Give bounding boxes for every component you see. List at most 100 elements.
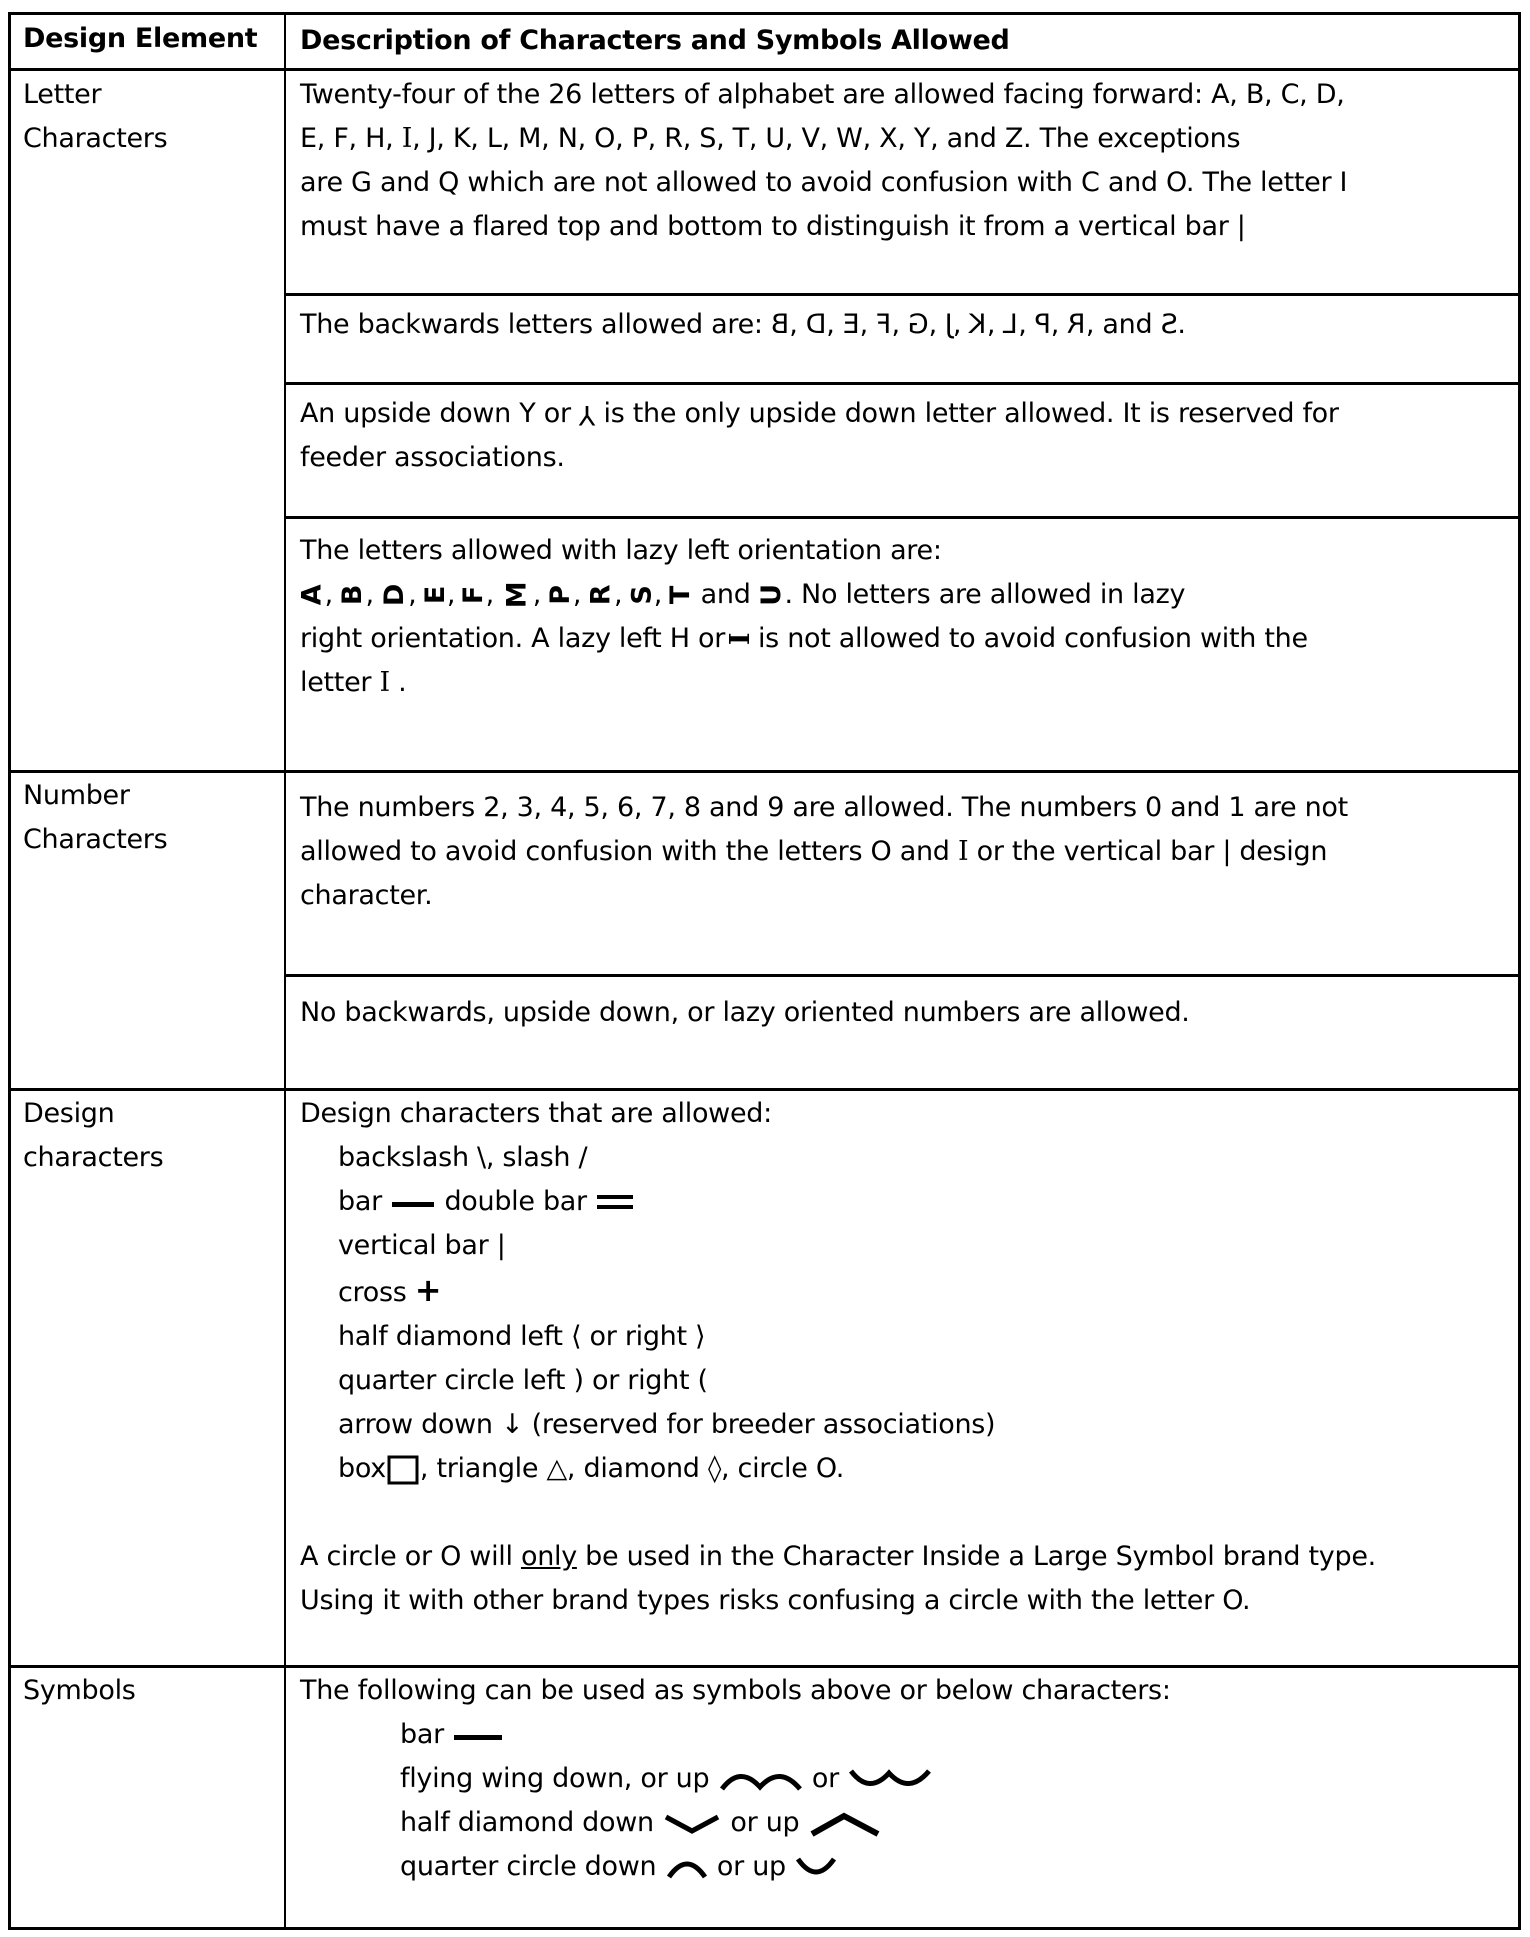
separator: ,	[859, 309, 877, 340]
design-item-vertical-bar: vertical bar |	[338, 1230, 506, 1261]
box-icon	[387, 1455, 419, 1484]
label-line: Number	[23, 780, 130, 811]
separator: ,	[1018, 309, 1035, 340]
row-divider	[11, 1088, 1518, 1091]
header-description: Description of Characters and Symbols Al…	[300, 25, 1010, 56]
header-divider	[11, 68, 1518, 71]
lazy-left-letters-text: The letters allowed with lazy left orien…	[296, 529, 1308, 705]
upside-down-y-glyph: Y	[579, 399, 596, 430]
separator: ,	[1050, 309, 1068, 340]
symbol-item-half-diamond: half diamond down or up	[300, 1801, 1171, 1845]
allowed-numbers-text: The numbers 2, 3, 4, 5, 6, 7, 8 and 9 ar…	[300, 786, 1348, 918]
lazy-letter: M	[501, 581, 533, 609]
diamond-icon: ◊	[707, 1453, 721, 1484]
letters-subrow-divider	[286, 516, 1518, 519]
separator: ,	[986, 309, 1004, 340]
separator: ,	[826, 309, 843, 340]
vertical-bar-glyph: |	[1236, 211, 1246, 242]
header-design-element: Design Element	[23, 23, 258, 54]
label-line: Characters	[23, 123, 168, 154]
text-line: allowed to avoid confusion with the lett…	[300, 836, 1328, 867]
flared-i-glyph: I	[379, 667, 390, 698]
circle-glyph: O	[440, 1541, 462, 1572]
backwards-letter-list: B, D, E, F, G, J, K, L, P, R	[771, 309, 1086, 340]
backwards-letter: E	[842, 309, 860, 340]
lazy-letter: P	[545, 585, 577, 605]
lazy-letter: B	[337, 584, 369, 606]
forward-letters-text: Twenty-four of the 26 letters of alphabe…	[300, 73, 1348, 249]
text-line: are G and Q which are not allowed to avo…	[300, 167, 1348, 198]
design-item-cross: cross +	[338, 1271, 442, 1309]
backwards-letters-text: The backwards letters allowed are: B, D,…	[300, 303, 1186, 347]
label-line: characters	[23, 1142, 164, 1173]
brand-design-table: Design Element Description of Characters…	[8, 12, 1521, 1930]
design-item-arrow-down: arrow down ↓ (reserved for breeder assoc…	[338, 1409, 996, 1440]
quarter-circle-right-icon: (	[697, 1365, 709, 1396]
text-line: feeder associations.	[300, 442, 565, 473]
lazy-letter: D	[379, 583, 411, 607]
row-label-number-characters: Number Characters	[23, 774, 168, 862]
bar-icon	[392, 1201, 435, 1207]
design-item-shapes: box, triangle △, diamond ◊, circle O.	[338, 1453, 844, 1484]
backwards-letter: F	[876, 309, 892, 340]
lazy-letter: U	[755, 584, 787, 606]
arrow-down-icon: ↓	[501, 1409, 524, 1440]
triangle-icon: △	[546, 1453, 567, 1484]
lazy-letter: F	[458, 585, 490, 605]
text-line: The following can be used as symbols abo…	[300, 1675, 1171, 1706]
separator: ,	[789, 309, 806, 340]
symbol-item-bar: bar	[300, 1713, 1171, 1757]
cross-icon: +	[414, 1271, 442, 1309]
quarter-circle-up-icon	[796, 1856, 837, 1874]
backwards-letter: L	[1003, 309, 1019, 340]
vertical-bar-icon: |	[496, 1230, 506, 1261]
separator: ,	[952, 309, 970, 340]
backwards-letter: D	[805, 309, 827, 340]
half-diamond-right-icon: ⟩	[695, 1321, 706, 1352]
symbol-item-quarter-circle: quarter circle down or up	[300, 1845, 1171, 1889]
lazy-i-glyph: I	[725, 632, 757, 646]
backwards-letter: S	[1160, 309, 1178, 340]
text-line: letter I .	[300, 667, 407, 698]
vertical-bar-glyph: |	[1222, 836, 1232, 867]
half-diamond-left-icon: ⟨	[571, 1321, 582, 1352]
design-characters-text: Design characters that are allowed: back…	[300, 1092, 1376, 1623]
row-label-design-characters: Design characters	[23, 1092, 164, 1180]
column-divider	[284, 15, 286, 1927]
design-item-half-diamond: half diamond left ⟨ or right ⟩	[338, 1321, 706, 1352]
lazy-letter: S	[626, 585, 658, 605]
flared-i-glyph: I	[401, 123, 413, 154]
lazy-letter: T	[665, 585, 697, 605]
row-label-letter-characters: Letter Characters	[23, 73, 168, 161]
backwards-letter: R	[1067, 309, 1086, 340]
emphasis-only: only	[520, 1541, 577, 1572]
number-orientation-text: No backwards, upside down, or lazy orien…	[300, 997, 1190, 1028]
upside-down-letter-text: An upside down Y or Y is the only upside…	[300, 392, 1339, 480]
circle-note-line: A circle or O will only be used in the C…	[300, 1541, 1376, 1572]
flying-wing-up-icon	[849, 1768, 932, 1786]
text-line: right orientation. A lazy left H or I is…	[300, 623, 1308, 654]
design-item-slashes: backslash \, slash /	[338, 1142, 588, 1173]
circle-note-line: Using it with other brand types risks co…	[300, 1585, 1251, 1616]
symbols-text: The following can be used as symbols abo…	[300, 1669, 1171, 1889]
backwards-letter: G	[908, 309, 929, 340]
numbers-subrow-divider	[286, 974, 1518, 977]
design-item-bars: bar double bar	[300, 1180, 1376, 1224]
text-line: E, F, H, I, J, K, L, M, N, O, P, R, S, T…	[300, 123, 1241, 154]
letters-subrow-divider	[286, 293, 1518, 296]
flying-wing-down-icon	[719, 1773, 802, 1791]
row-label-symbols: Symbols	[23, 1675, 136, 1706]
text-line: must have a flared top and bottom to dis…	[300, 211, 1246, 242]
text-line: Design characters that are allowed:	[300, 1098, 772, 1129]
backwards-letter: K	[969, 309, 987, 340]
label-line: Design	[23, 1098, 115, 1129]
lazy-letter-list: A, B, D, E, F, M, P, R, S, T	[296, 579, 696, 610]
half-diamond-down-icon	[664, 1814, 720, 1834]
quarter-circle-left-icon: )	[573, 1365, 584, 1396]
lazy-letter: A	[296, 584, 328, 606]
text-line: Twenty-four of the 26 letters of alphabe…	[300, 79, 1345, 110]
backwards-letter: P	[1034, 309, 1051, 340]
text-line: A, B, D, E, F, M, P, R, S, T and U. No l…	[296, 573, 1308, 617]
circle-icon: O	[815, 1453, 836, 1484]
